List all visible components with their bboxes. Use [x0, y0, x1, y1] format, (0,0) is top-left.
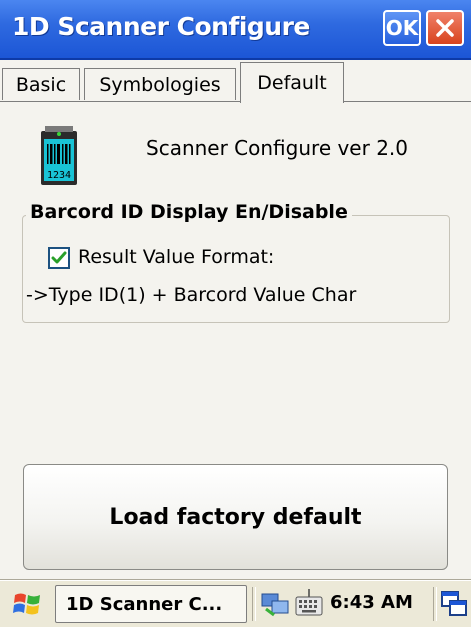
groupbox-title: Barcord ID Display En/Disable: [26, 201, 352, 223]
tab-strip: Basic Symbologies Default: [0, 60, 471, 103]
tab-default[interactable]: Default: [240, 62, 344, 103]
taskbar-separator-2: [433, 587, 437, 621]
tab-divider: [0, 101, 471, 102]
taskbar-clock[interactable]: 6:43 AM: [330, 592, 413, 613]
barcode-id-groupbox: [22, 215, 450, 323]
window-title: 1D Scanner Configure: [12, 12, 310, 41]
taskbar: 1D Scanner C... 6:43 AM: [0, 580, 471, 627]
window-switch-icon[interactable]: [440, 590, 468, 618]
close-icon: [436, 19, 454, 37]
result-value-format-checkbox[interactable]: [48, 247, 70, 269]
ok-button[interactable]: OK: [383, 10, 421, 46]
windows-flag-icon[interactable]: [12, 589, 44, 619]
tab-symbologies[interactable]: Symbologies: [84, 68, 236, 100]
taskbar-separator: [252, 587, 256, 621]
load-factory-default-button[interactable]: Load factory default: [23, 464, 448, 570]
scanner-icon-text: 1234: [47, 170, 71, 181]
result-value-format-label[interactable]: Result Value Format:: [78, 246, 274, 268]
title-bar: 1D Scanner Configure OK: [0, 0, 471, 60]
taskbar-app-button[interactable]: 1D Scanner C...: [55, 585, 247, 623]
version-label: Scanner Configure ver 2.0: [146, 136, 409, 160]
tab-basic[interactable]: Basic: [2, 68, 80, 100]
check-mark-icon: [51, 251, 67, 264]
barcode-scanner-icon: 1234: [41, 126, 77, 185]
type-id-description: ->Type ID(1) + Barcord Value Char: [26, 284, 357, 306]
close-button[interactable]: [426, 10, 464, 46]
keyboard-icon[interactable]: [294, 587, 324, 619]
network-icon[interactable]: [260, 591, 290, 617]
content-area: Basic Symbologies Default 1234 Scanner C…: [0, 60, 471, 580]
